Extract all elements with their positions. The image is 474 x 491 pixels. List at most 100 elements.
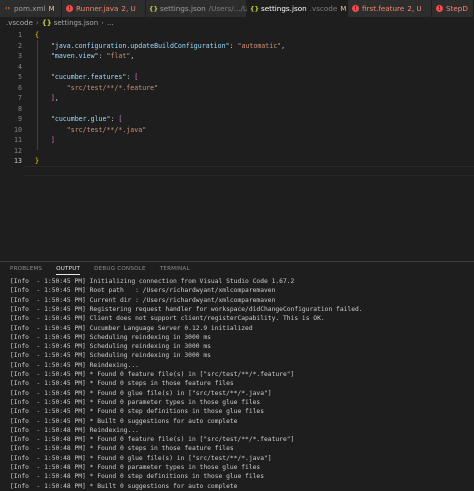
code-token: } — [35, 157, 39, 165]
code-token: "flat" — [106, 52, 131, 60]
line-number: 11 — [14, 136, 22, 144]
output-line: [Info - 1:50:45 PM] Cucumber Language Se… — [10, 324, 253, 332]
code-token: [ — [134, 73, 139, 81]
output-line: [Info - 1:50:45 PM] * Found 0 step defin… — [10, 408, 265, 416]
output-line: [Info - 1:50:45 PM] * Found 0 feature fi… — [10, 371, 295, 378]
breadcrumb-folder[interactable]: .vscode — [6, 19, 33, 27]
line-number: 12 — [14, 146, 22, 155]
line-number: 1 — [18, 31, 22, 39]
code-editor[interactable]: 1{2 "java.configuration.updateBuildConfi… — [0, 30, 474, 258]
editor-tab[interactable]: ! Runner.java 2, U — [62, 0, 146, 17]
output-line: [Info - 1:50:45 PM] Reindexing... — [10, 361, 139, 369]
code-line: 12 — [0, 146, 474, 156]
code-token: { — [35, 31, 39, 39]
tab-label: StepD — [446, 4, 468, 13]
tab-status: 2, U — [407, 4, 422, 13]
error-icon: ! — [436, 5, 443, 12]
tab-label: Runner.java — [76, 4, 119, 13]
code-token: "maven.view" — [50, 52, 99, 60]
line-number: 6 — [18, 83, 22, 92]
tab-label: settings.json — [160, 4, 206, 13]
code-text: ], — [35, 93, 59, 103]
json-file-icon: {} — [148, 4, 159, 13]
json-file-icon: {} — [249, 4, 260, 13]
code-token: "java.configuration.updateBuildConfigura… — [50, 41, 230, 50]
editor-tab[interactable]: ‹› pom.xml M — [0, 0, 62, 17]
line-number: 5 — [18, 73, 22, 81]
code-token: , — [281, 41, 286, 50]
editor-tab[interactable]: {} settings.json .vscode M — [247, 0, 348, 17]
output-line: [Info - 1:50:45 PM] Scheduling reindexin… — [10, 352, 211, 360]
code-token: [ — [118, 115, 123, 123]
code-line: 2 "java.configuration.updateBuildConfigu… — [0, 41, 474, 51]
code-text: "src/test/**/*.feature" — [35, 83, 158, 93]
current-line-highlight — [24, 166, 474, 176]
code-line: 1{ — [0, 30, 474, 40]
editor-tab[interactable]: {} settings.json/Users/.../User — [146, 0, 259, 17]
code-text: "cucumber.glue": [ — [35, 114, 122, 124]
output-line: [Info - 1:50:45 PM] * Found 0 steps in t… — [10, 380, 234, 388]
line-number: 8 — [18, 104, 22, 113]
line-number: 7 — [18, 94, 22, 102]
output-line: [Info - 1:50:45 PM] * Found 0 glue file(… — [10, 389, 272, 397]
line-number: 2 — [18, 41, 22, 50]
line-number: 10 — [14, 125, 22, 134]
output-line: [Info - 1:50:45 PM] * Built 0 suggestion… — [10, 417, 238, 425]
panel-tab-output[interactable]: OUTPUT — [56, 262, 81, 276]
output-line: [Info - 1:50:45 PM] Root path : /Users/r… — [10, 287, 276, 295]
breadcrumb-file[interactable]: settings.json — [54, 19, 98, 27]
panel-tab-debug-console[interactable]: DEBUG CONSOLE — [94, 262, 146, 276]
output-line: [Info - 1:50:48 PM] * Found 0 parameter … — [10, 464, 261, 471]
output-line: [Info - 1:50:48 PM] * Found 0 glue file(… — [10, 454, 272, 462]
editor-tab-bar: ‹› pom.xml M! Runner.java 2, U{} settings.jso… — [0, 0, 474, 17]
code-line: 3 "maven.view": "flat", — [0, 51, 474, 61]
json-file-icon: {} — [41, 19, 52, 27]
code-line: 11 ] — [0, 135, 474, 145]
output-line: [Info - 1:50:45 PM] Client does not supp… — [10, 315, 325, 323]
panel-tab-problems[interactable]: PROBLEMS — [10, 262, 42, 276]
tab-status: 2, U — [121, 4, 136, 13]
code-text: "maven.view": "flat", — [35, 51, 134, 61]
output-line: [Info - 1:50:45 PM] Registering request … — [10, 305, 363, 313]
code-token: "cucumber.glue" — [50, 115, 111, 123]
code-token: ] — [50, 136, 55, 144]
chevron-right-icon: › — [101, 19, 104, 27]
code-text: "cucumber.features": [ — [35, 72, 138, 82]
code-line: 9 "cucumber.glue": [ — [0, 114, 474, 124]
output-line: [Info - 1:50:48 PM] * Found 0 feature fi… — [10, 436, 295, 444]
output-line: [Info - 1:50:45 PM] Scheduling reindexin… — [10, 333, 211, 341]
code-line: 4 — [0, 62, 474, 72]
chevron-right-icon: › — [35, 19, 39, 27]
line-number: 9 — [18, 115, 22, 123]
code-token: , — [54, 94, 59, 102]
code-text: ] — [35, 135, 55, 145]
code-line: 6 "src/test/**/*.feature" — [0, 83, 474, 93]
output-line: [Info - 1:50:45 PM] Current dir : /Users… — [10, 296, 276, 304]
output-line: [Info - 1:50:48 PM] Reindexing... — [10, 426, 139, 434]
tab-status: M — [48, 4, 55, 13]
bottom-panel: PROBLEMS OUTPUT DEBUG CONSOLE TERMINAL [Inf… — [0, 261, 474, 490]
output-line: [Info - 1:50:48 PM] * Built 0 suggestion… — [10, 482, 238, 490]
code-text: { — [35, 30, 39, 40]
tab-label: settings.json — [261, 4, 307, 13]
panel-tab-terminal[interactable]: TERMINAL — [160, 262, 190, 276]
tab-label: pom.xml — [14, 4, 46, 13]
error-icon: ! — [66, 5, 73, 12]
code-line: 10 "src/test/**/*.java" — [0, 125, 474, 135]
output-line: [Info - 1:50:48 PM] * Found 0 step defin… — [10, 473, 265, 481]
tab-description: .vscode — [309, 4, 338, 13]
output-line: [Info - 1:50:45 PM] Scheduling reindexin… — [10, 343, 211, 351]
tab-status: M — [340, 4, 347, 13]
code-line: 5 "cucumber.features": [ — [0, 72, 474, 82]
breadcrumb-tail[interactable]: ... — [107, 19, 114, 27]
editor-tab[interactable]: ! StepD — [432, 0, 474, 17]
code-text: "java.configuration.updateBuildConfigura… — [35, 41, 285, 51]
editor-tab[interactable]: ! first.feature 2, U — [348, 0, 432, 17]
breadcrumb: .vscode › {} settings.json › ... — [0, 17, 474, 29]
